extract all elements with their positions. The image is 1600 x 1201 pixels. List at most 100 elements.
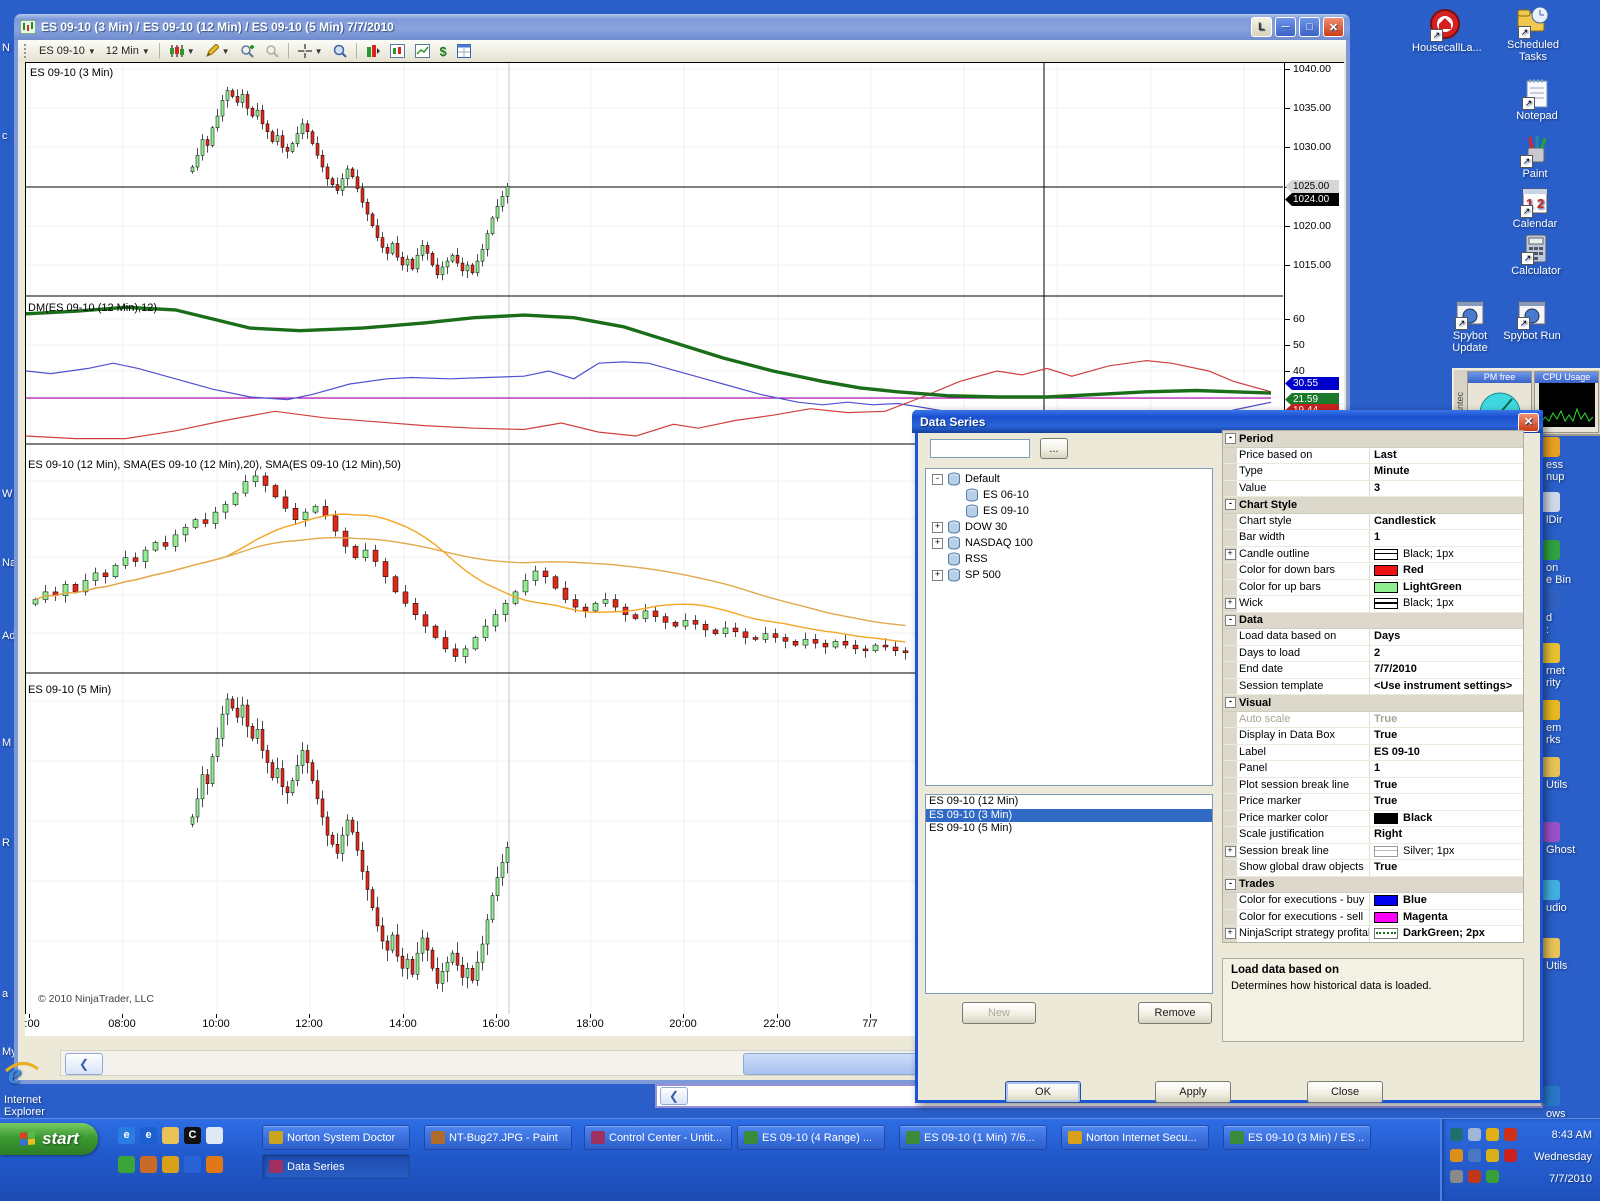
property-color-for-down-bars[interactable]: Color for down bars Red [1223, 563, 1523, 580]
link-button[interactable]: L [1251, 17, 1272, 37]
desktop-icon-clipped[interactable]: lDir [1538, 492, 1596, 526]
tree-expander[interactable]: + [932, 521, 943, 533]
tree-item-es-06-10[interactable]: ES 06-10 [928, 487, 1210, 503]
property-color-for-executions-buy[interactable]: Color for executions - buy Blue [1223, 893, 1523, 910]
series-list-item[interactable]: ES 09-10 (3 Min) [926, 808, 1212, 822]
property-show-global-draw-objects[interactable]: Show global draw objects True [1223, 860, 1523, 877]
winamp-quicklaunch-icon[interactable] [162, 1156, 179, 1173]
property-candle-outline[interactable]: + Candle outline Black; 1px [1223, 546, 1523, 563]
property-ninjascript-strategy-unprofi[interactable]: +NinjaScript strategy unprofiCrimson; 2p… [1223, 943, 1523, 944]
desktop-icon-clipped[interactable]: on e Bin [1538, 540, 1596, 586]
taskbar-button-control-center-untit[interactable]: Control Center - Untit... [584, 1125, 732, 1150]
ok-button[interactable]: OK [1005, 1081, 1081, 1103]
system-info-tray-icon[interactable] [1468, 1149, 1481, 1162]
taskbar-button-data-series[interactable]: Data Series [262, 1154, 410, 1179]
taskbar-button-es-09-10-1-min-7-6[interactable]: ES 09-10 (1 Min) 7/6... [899, 1125, 1047, 1150]
desktop-icon-clipped[interactable]: Utils [1538, 938, 1596, 972]
property-plot-session-break-line[interactable]: Plot session break line True [1223, 777, 1523, 794]
property-scale-justification[interactable]: Scale justification Right [1223, 827, 1523, 844]
watch-tray-icon[interactable] [1450, 1170, 1463, 1183]
search-quicklaunch-icon[interactable] [206, 1127, 223, 1144]
property-wick[interactable]: + Wick Black; 1px [1223, 596, 1523, 613]
maximize-button[interactable]: □ [1299, 17, 1320, 37]
draw-button[interactable]: ▼ [200, 41, 235, 61]
desktop-icon-clipped[interactable]: d: [1538, 590, 1596, 636]
desktop-icon-clipped[interactable]: Ghost [1538, 822, 1596, 856]
data-series-button[interactable] [361, 41, 385, 61]
tree-item-default[interactable]: - Default [928, 471, 1210, 487]
tree-item-sp-500[interactable]: + SP 500 [928, 567, 1210, 583]
account-button[interactable]: $ [435, 41, 452, 61]
spybot-quicklaunch-icon[interactable] [118, 1156, 135, 1173]
desktop-icon-housecallla[interactable]: ↗ HousecallLa... [1412, 8, 1482, 54]
desktop-icon-scheduled-tasks[interactable]: ↗ Scheduled Tasks [1500, 5, 1566, 63]
desktop-icon-spybot-update[interactable]: ↗ Spybot Update [1437, 296, 1503, 354]
taskbar-button-es-09-10-3-min-es[interactable]: ES 09-10 (3 Min) / ES ... [1223, 1125, 1371, 1150]
property-group-data[interactable]: - Data [1223, 612, 1523, 629]
tree-item-rss[interactable]: RSS [928, 551, 1210, 567]
series-list-item[interactable]: ES 09-10 (5 Min) [926, 822, 1212, 836]
ring-tray-icon[interactable] [1450, 1149, 1463, 1162]
property-days-to-load[interactable]: Days to load 2 [1223, 645, 1523, 662]
property-chart-style[interactable]: Chart style Candlestick [1223, 513, 1523, 530]
media-player-quicklaunch-icon[interactable] [184, 1156, 201, 1173]
shield-check-tray-icon[interactable] [1486, 1128, 1499, 1141]
scroll-left-button[interactable]: ❮ [660, 1087, 688, 1105]
magnifier-tray-icon[interactable] [1468, 1128, 1481, 1141]
property-price-marker[interactable]: Price marker True [1223, 794, 1523, 811]
period-dropdown[interactable]: 12 Min ▼ [101, 41, 155, 61]
series-list-item[interactable]: ES 09-10 (12 Min) [926, 795, 1212, 809]
property-value[interactable]: Value 3 [1223, 480, 1523, 497]
desktop-icon-clipped[interactable]: ess nup [1538, 437, 1596, 483]
property-group-period[interactable]: - Period [1223, 431, 1523, 448]
browse-button[interactable]: ... [1040, 438, 1068, 459]
series-listbox[interactable]: ES 09-10 (12 Min) ES 09-10 (3 Min) ES 09-1… [925, 794, 1213, 994]
property-session-break-line[interactable]: + Session break line Silver; 1px [1223, 843, 1523, 860]
tree-item-dow-30[interactable]: + DOW 30 [928, 519, 1210, 535]
tree-item-nasdaq-100[interactable]: + NASDAQ 100 [928, 535, 1210, 551]
tree-expander[interactable]: + [932, 537, 943, 549]
property-price-based-on[interactable]: Price based on Last [1223, 447, 1523, 464]
msn-quicklaunch-icon[interactable]: e [140, 1127, 157, 1144]
flame-tray-icon[interactable] [1504, 1128, 1517, 1141]
window-titlebar[interactable]: ES 09-10 (3 Min) / ES 09-10 (12 Min) / E… [14, 14, 1350, 40]
property-session-template[interactable]: Session template <Use instrument settings… [1223, 678, 1523, 695]
desktop-icon-clipped[interactable]: udio [1538, 880, 1596, 914]
command-prompt-quicklaunch-icon[interactable]: C [184, 1127, 201, 1144]
taskbar-button-nt-bug27-jpg-paint[interactable]: NT-Bug27.JPG - Paint [424, 1125, 572, 1150]
property-bar-width[interactable]: Bar width 1 [1223, 530, 1523, 547]
tree-expander[interactable]: - [932, 473, 943, 485]
desktop-icon-clipped[interactable]: em rks [1538, 700, 1596, 746]
property-auto-scale[interactable]: Auto scale True [1223, 711, 1523, 728]
property-grid[interactable]: - Period Price based on Last Type Minute Value… [1222, 430, 1524, 943]
instrument-filter-input[interactable] [930, 439, 1030, 458]
internet-explorer-quicklaunch-icon[interactable]: e [118, 1127, 135, 1144]
desktop-icon-internet-explorer[interactable]: e Internet Explorer [4, 1055, 74, 1118]
vlc-quicklaunch-icon[interactable] [206, 1156, 223, 1173]
property-type[interactable]: Type Minute [1223, 464, 1523, 481]
desktop-icon-calendar[interactable]: 1 2 ↗ Calendar [1502, 184, 1568, 230]
property-group-visual[interactable]: - Visual [1223, 695, 1523, 712]
indicators-button[interactable] [385, 41, 410, 61]
property-group-trades[interactable]: - Trades [1223, 876, 1523, 893]
taskbar-button-norton-system-doctor[interactable]: Norton System Doctor [262, 1125, 410, 1150]
taskbar-button-norton-internet-secu[interactable]: Norton Internet Secu... [1061, 1125, 1209, 1150]
desktop-icon-paint[interactable]: ↗ Paint [1502, 134, 1568, 180]
chart-style-button[interactable]: ▼ [164, 41, 200, 61]
cursor-mode-button[interactable]: ▼ [293, 41, 328, 61]
desktop-icon-notepad[interactable]: ↗ Notepad [1504, 76, 1570, 122]
desktop-icon-spybot-run[interactable]: ↗ Spybot Run [1499, 296, 1565, 342]
taskbar-button-es-09-10-4-range[interactable]: ES 09-10 (4 Range) ... [737, 1125, 885, 1150]
property-end-date[interactable]: End date 7/7/2010 [1223, 662, 1523, 679]
minimize-button[interactable]: ─ [1275, 17, 1296, 37]
folder-quicklaunch-icon[interactable] [162, 1127, 179, 1144]
property-color-for-up-bars[interactable]: Color for up bars LightGreen [1223, 579, 1523, 596]
toolbar-grip[interactable] [24, 44, 29, 58]
remove-button[interactable]: Remove [1138, 1002, 1212, 1024]
desktop-icon-calculator[interactable]: ↗ Calculator [1503, 231, 1569, 277]
chart-overview-button[interactable] [328, 41, 352, 61]
property-panel[interactable]: Panel 1 [1223, 761, 1523, 778]
zoom-out-button[interactable] [260, 41, 284, 61]
zoom-in-button[interactable] [235, 41, 260, 61]
tree-item-es-09-10[interactable]: ES 09-10 [928, 503, 1210, 519]
